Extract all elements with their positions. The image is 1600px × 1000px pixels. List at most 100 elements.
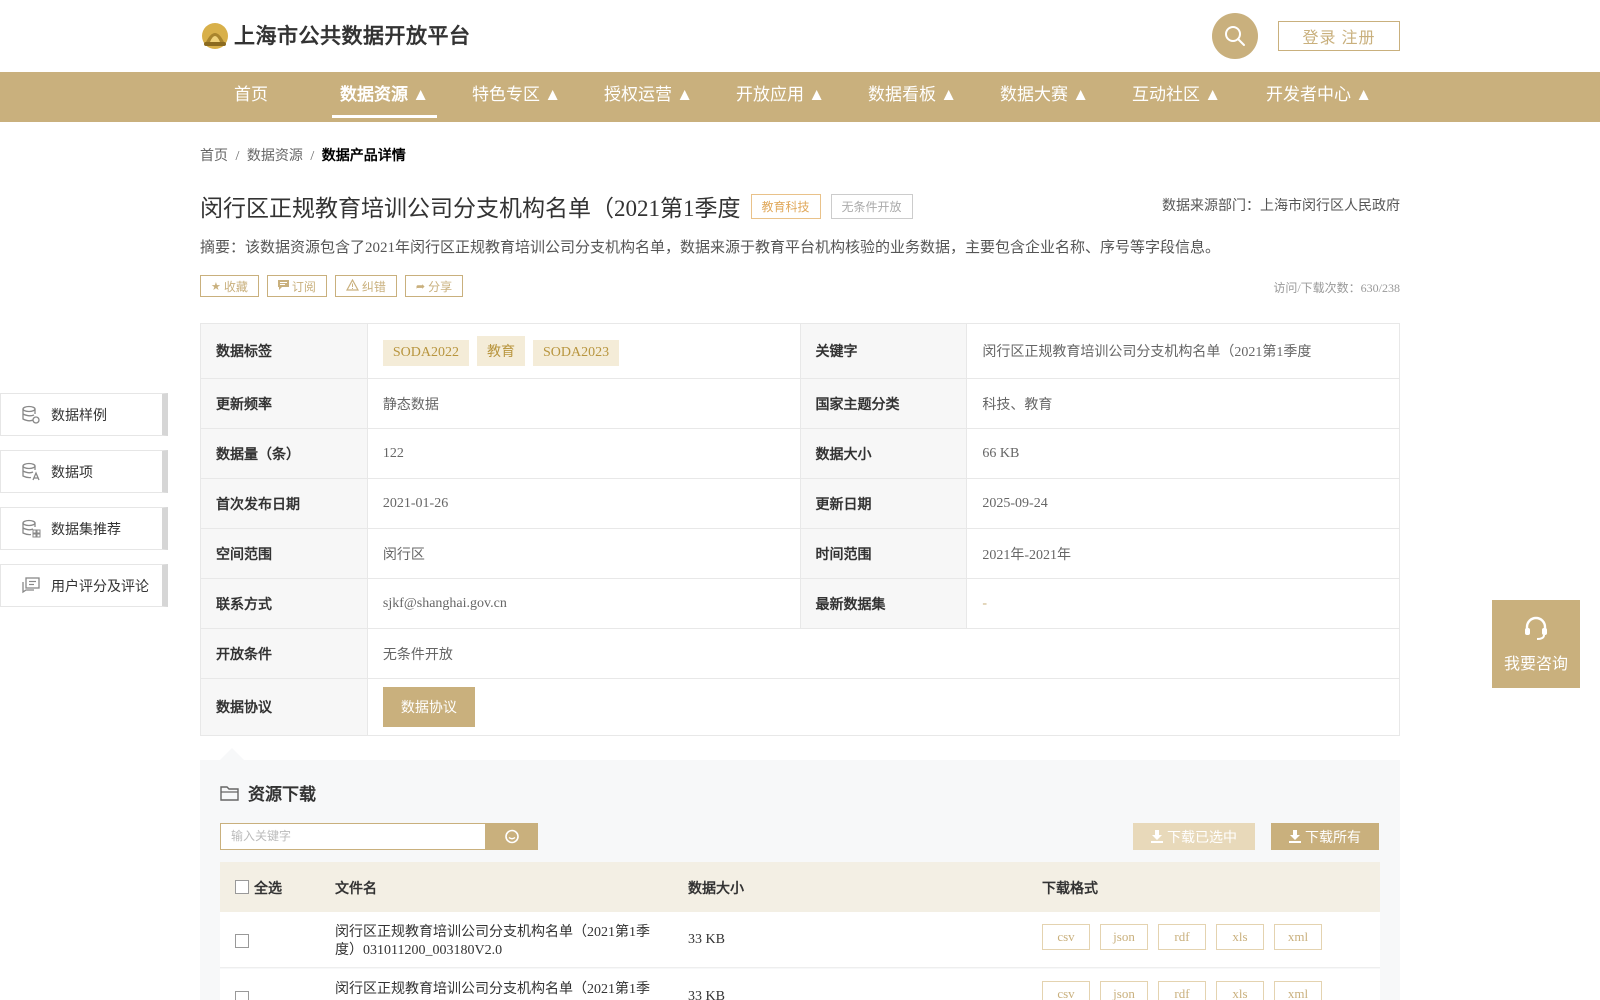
info-value: 2025-09-24 [966,478,1400,529]
headset-icon [1525,616,1547,640]
format-rdf-button[interactable]: rdf [1158,924,1206,950]
nav-home[interactable]: 首页 [234,72,268,122]
visit-download-count: 访问/下载次数：630/238 [1273,281,1400,295]
table-row: 闵行区正规教育培训公司分支机构名单（2021第1季 33 KB csv json… [220,969,1380,1000]
nav-open-apps[interactable]: 开放应用 ▲ [736,72,825,122]
dataset-summary: 摘要：该数据资源包含了2021年闵行区正规教育培训公司分支机构名单，数据来源于教… [200,240,1221,256]
folder-icon [220,785,239,801]
info-label: 首次发布日期 [200,478,368,529]
data-tag-chip[interactable]: 教育 [477,336,525,366]
site-header: 上海市公共数据开放平台 登录 注册 [0,0,1600,72]
column-size: 数据大小 [688,882,744,897]
table-row: 闵行区正规教育培训公司分支机构名单（2021第1季度）031011200_003… [220,912,1380,968]
nav-data-dashboard[interactable]: 数据看板 ▲ [868,72,957,122]
side-menu-user-comments[interactable]: 用户评分及评论 [0,564,168,607]
row-checkbox[interactable] [235,934,249,948]
breadcrumb-resources[interactable]: 数据资源 [247,149,303,164]
info-row: 开放条件 无条件开放 [200,628,1401,679]
download-selected-button[interactable]: 下载已选中 [1133,823,1255,850]
side-menu-label: 用户评分及评论 [51,579,149,595]
breadcrumb-current: 数据产品详情 [321,149,406,164]
format-csv-button[interactable]: csv [1042,981,1090,1000]
nav-data-contest[interactable]: 数据大赛 ▲ [1000,72,1089,122]
info-label: 时间范围 [799,528,968,579]
comment-icon [22,576,40,593]
select-all-checkbox[interactable] [235,880,249,894]
subscribe-button[interactable]: 订阅 [266,275,327,297]
dataset-title: 闵行区正规教育培训公司分支机构名单（2021第1季度 [200,196,741,221]
select-all-label: 全选 [254,882,282,897]
download-all-label: 下载所有 [1305,830,1361,846]
latest-dataset-link[interactable]: - [982,596,987,611]
share-button[interactable]: ➦ 分享 [404,275,464,297]
side-menu-dataset-recommend[interactable]: 数据集推荐 [0,507,168,550]
star-icon: ★ [211,280,221,293]
nav-authorized-ops[interactable]: 授权运营 ▲ [604,72,693,122]
info-row: 数据协议 数据协议 [200,678,1401,736]
side-menu-data-sample[interactable]: 数据样例 [0,393,168,436]
site-logo[interactable]: 上海市公共数据开放平台 [200,20,471,50]
download-search-input[interactable]: 输入关键字 [220,823,486,850]
header-search-button[interactable] [1212,13,1258,59]
format-xml-button[interactable]: xml [1274,924,1322,950]
file-size: 33 KB [688,989,725,1000]
format-list: csv json rdf xls xml [1042,924,1332,950]
logo-icon [200,20,230,50]
info-label: 联系方式 [200,578,368,629]
info-value: - [966,578,1400,629]
breadcrumb-home[interactable]: 首页 [200,149,228,164]
correct-button[interactable]: 纠错 [334,275,397,297]
format-xml-button[interactable]: xml [1274,981,1322,1000]
info-value-tags: SODA2022 教育 SODA2023 [366,323,801,379]
collect-label: 收藏 [223,279,248,294]
subscribe-label: 订阅 [291,279,316,294]
info-label: 数据量（条） [200,428,368,479]
nav-community[interactable]: 互动社区 ▲ [1132,72,1221,122]
nav-developer-center[interactable]: 开发者中心 ▲ [1266,72,1372,122]
format-csv-button[interactable]: csv [1042,924,1090,950]
info-label: 更新日期 [799,478,968,529]
warning-icon [345,278,359,294]
main-nav: 首页 数据资源 ▲ 特色专区 ▲ 授权运营 ▲ 开放应用 ▲ 数据看板 ▲ 数据… [0,72,1600,122]
database-sample-icon [22,405,40,424]
format-xls-button[interactable]: xls [1216,924,1264,950]
format-list: csv json rdf xls xml [1042,981,1332,1000]
source-department: 数据来源部门：上海市闵行区人民政府 [1162,199,1400,214]
format-rdf-button[interactable]: rdf [1158,981,1206,1000]
info-value: 无条件开放 [366,628,1401,679]
login-register-button[interactable]: 登录 注册 [1278,21,1400,51]
consult-button[interactable]: 我要咨询 [1492,600,1580,688]
info-label: 最新数据集 [799,578,968,629]
info-value: 66 KB [966,428,1400,479]
section-pointer [220,748,244,760]
data-tag-chip[interactable]: SODA2023 [533,340,620,366]
nav-data-resources[interactable]: 数据资源 ▲ [331,72,438,122]
search-icon [505,829,519,843]
column-format: 下载格式 [1042,882,1098,897]
info-label: 国家主题分类 [799,378,968,429]
side-menu-data-items[interactable]: 数据项 [0,450,168,493]
category-tag: 教育科技 [750,193,821,219]
format-json-button[interactable]: json [1100,981,1148,1000]
download-search-button[interactable] [486,823,538,850]
info-value: 闵行区 [366,528,801,579]
info-row: 联系方式 sjkf@shanghai.gov.cn 最新数据集 - [200,578,1400,629]
download-table-header: 全选 文件名 数据大小 下载格式 [220,862,1380,912]
nav-special-zone[interactable]: 特色专区 ▲ [472,72,561,122]
info-value: 数据协议 [366,678,1401,736]
consult-label: 我要咨询 [1503,656,1568,673]
format-json-button[interactable]: json [1100,924,1148,950]
info-label: 开放条件 [200,628,368,679]
format-xls-button[interactable]: xls [1216,981,1264,1000]
column-filename: 文件名 [335,882,377,897]
info-value: 122 [366,428,801,479]
data-agreement-button[interactable]: 数据协议 [382,687,475,727]
collect-button[interactable]: ★ 收藏 [200,275,259,297]
data-tag-chip[interactable]: SODA2022 [382,340,469,366]
breadcrumb-separator: / [235,149,240,164]
dataset-actions: ★ 收藏 订阅 纠错 ➦ 分享 [200,275,471,297]
download-all-button[interactable]: 下载所有 [1271,823,1379,850]
row-checkbox[interactable] [235,991,249,1000]
search-icon [1225,26,1245,46]
info-value: 闵行区正规教育培训公司分支机构名单（2021第1季度 [966,323,1400,379]
